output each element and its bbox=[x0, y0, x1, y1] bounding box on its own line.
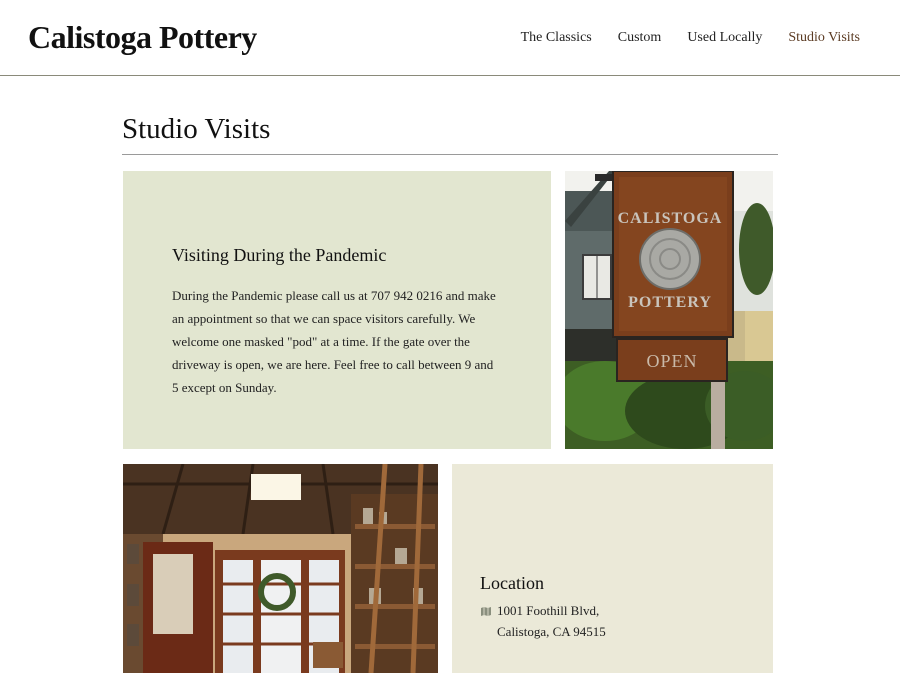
pandemic-text: During the Pandemic please call us at 70… bbox=[172, 288, 496, 395]
interior-photo-illustration bbox=[123, 464, 438, 673]
pandemic-heading: Visiting During the Pandemic bbox=[172, 245, 387, 265]
studio-interior-photo bbox=[123, 464, 438, 673]
title-divider bbox=[122, 154, 778, 155]
studio-sign-photo: CALISTOGA POTTERY OPEN bbox=[565, 171, 773, 449]
sign-line1: CALISTOGA bbox=[618, 210, 723, 227]
page-title: Studio Visits bbox=[122, 113, 271, 145]
nav-the-classics[interactable]: The Classics bbox=[521, 30, 592, 46]
location-heading: Location bbox=[480, 573, 544, 593]
nav-used-locally[interactable]: Used Locally bbox=[687, 30, 762, 46]
map-icon bbox=[481, 607, 491, 616]
sign-open: OPEN bbox=[646, 351, 697, 371]
nav-studio-visits[interactable]: Studio Visits bbox=[788, 30, 860, 46]
main-nav: The Classics Custom Used Locally Studio … bbox=[521, 30, 860, 46]
address-line1: 1001 Foothill Blvd, bbox=[497, 603, 600, 618]
pandemic-panel: Visiting During the Pandemic During the … bbox=[123, 171, 551, 449]
site-header: Calistoga Pottery The Classics Custom Us… bbox=[0, 0, 900, 76]
sign-photo-illustration: CALISTOGA POTTERY OPEN bbox=[565, 171, 773, 449]
nav-custom[interactable]: Custom bbox=[618, 30, 662, 46]
site-logo[interactable]: Calistoga Pottery bbox=[28, 19, 257, 56]
address-line2: Calistoga, CA 94515 bbox=[497, 624, 606, 639]
location-panel: Location 1001 Foothill Blvd, Calistoga, … bbox=[452, 464, 773, 673]
sign-line2: POTTERY bbox=[628, 294, 712, 311]
